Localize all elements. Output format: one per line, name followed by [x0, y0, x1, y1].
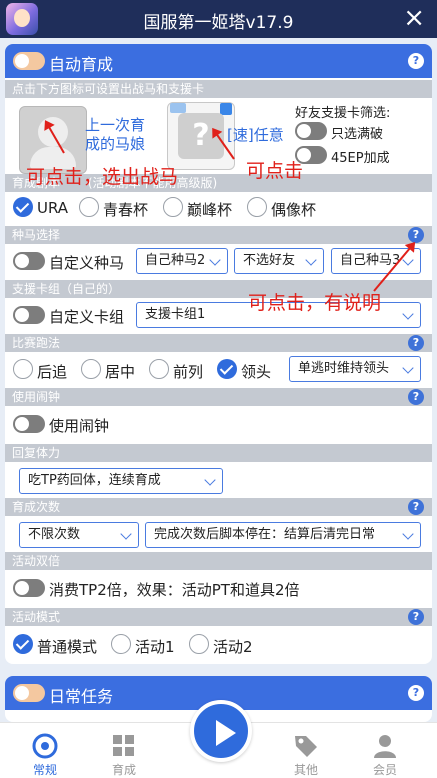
custom-stallion-label: 自定义种马 [49, 254, 125, 272]
count-select[interactable]: 不限次数 [19, 522, 139, 548]
hint-bar: 点击下方图标可设置出战马和支援卡 [5, 80, 432, 98]
tab-regular-label: 常规 [32, 763, 57, 777]
play-button[interactable] [190, 700, 252, 762]
custom-deck-toggle[interactable] [13, 306, 45, 324]
radio-event-2-label: 活动2 [213, 638, 253, 656]
stallion-select-1[interactable]: 自己种马2 [136, 248, 228, 274]
mode-title: 活动模式 [12, 610, 61, 624]
support-group-title: 支援卡组（自己的） [12, 282, 121, 296]
support-card-picker[interactable]: ? [167, 102, 235, 170]
count-title: 育成次数 [12, 500, 61, 514]
radio-youth-cup-label: 青春杯 [103, 201, 149, 219]
help-icon[interactable]: ? [408, 335, 424, 351]
last-horse-label: 上一次育成的马娘 [85, 116, 146, 153]
tab-other-label: 其他 [293, 763, 318, 777]
stallion-select-2[interactable]: 不选好友 [234, 248, 324, 274]
daily-toggle[interactable] [13, 684, 45, 702]
radio-idol-cup[interactable] [247, 197, 267, 217]
count-section: 育成次数 ? [5, 498, 432, 516]
grid-icon [113, 735, 134, 756]
only-max-break-toggle[interactable] [295, 122, 327, 140]
radio-peak-cup[interactable] [163, 197, 183, 217]
alarm-title: 使用闹钟 [12, 390, 61, 404]
running-style-section: 比赛跑法 ? [5, 334, 432, 352]
friend-filter-title: 好友支援卡筛选: [295, 106, 391, 121]
annotation-choose-horse: 可点击，选出战马 [26, 166, 179, 188]
help-icon[interactable]: ? [408, 609, 424, 625]
radio-ura-label: URA [37, 199, 69, 217]
after-count-select[interactable]: 完成次数后脚本停在：结算后清完日常 [145, 522, 421, 548]
alarm-label: 使用闹钟 [49, 417, 110, 435]
running-style-title: 比赛跑法 [12, 336, 61, 350]
double-label: 消费TP2倍，效果：活动PT和道具2倍 [49, 581, 300, 599]
help-icon[interactable]: ? [408, 685, 424, 701]
ep-bonus-label: 45EP加成 [331, 151, 390, 166]
tab-raise-label: 育成 [111, 763, 136, 777]
custom-deck-label: 自定义卡组 [49, 308, 125, 326]
only-max-break-label: 只选满破 [331, 127, 384, 142]
alarm-toggle[interactable] [13, 415, 45, 433]
radio-front-label: 前列 [173, 363, 204, 381]
mode-section: 活动模式 ? [5, 608, 432, 626]
double-toggle[interactable] [13, 579, 45, 597]
stallion-title: 种马选择 [12, 228, 61, 242]
running-style-select[interactable]: 单逃时维持领头 [289, 356, 421, 382]
tab-regular[interactable]: 常规 [5, 723, 85, 778]
alarm-section: 使用闹钟 ? [5, 388, 432, 406]
chrome-icon [32, 733, 58, 759]
stamina-section: 回复体力 [5, 444, 432, 462]
auto-raise-header: 自动育成 ? [5, 44, 432, 78]
double-title: 活动双倍 [12, 554, 61, 568]
card-type-icon [220, 103, 232, 115]
radio-lead-label: 领头 [241, 363, 272, 381]
annotation-tap-explain: 可点击，有说明 [248, 292, 382, 314]
tab-raise[interactable]: 育成 [84, 723, 164, 778]
hint-text: 点击下方图标可设置出战马和支援卡 [12, 82, 205, 96]
auto-raise-toggle[interactable] [13, 52, 45, 70]
help-icon[interactable]: ? [408, 499, 424, 515]
title-bar: 国服第一姬塔v17.9 × [0, 0, 437, 38]
radio-normal-mode-label: 普通模式 [37, 638, 98, 656]
radio-late[interactable] [13, 359, 33, 379]
radio-event-2[interactable] [189, 634, 209, 654]
stamina-title: 回复体力 [12, 446, 61, 460]
radio-idol-cup-label: 偶像杯 [271, 201, 317, 219]
radio-normal-mode[interactable] [13, 634, 33, 654]
double-section: 活动双倍 [5, 552, 432, 570]
tab-other[interactable]: 其他 [266, 723, 346, 778]
radio-youth-cup[interactable] [79, 197, 99, 217]
support-card-label: [速]任意 [227, 126, 284, 144]
radio-peak-cup-label: 巅峰杯 [187, 201, 233, 219]
annotation-tap: 可点击 [246, 160, 304, 182]
radio-mid-label: 居中 [105, 363, 136, 381]
radio-event-1-label: 活动1 [135, 638, 175, 656]
tab-member-label: 会员 [372, 763, 397, 777]
help-icon[interactable]: ? [408, 53, 424, 69]
close-icon[interactable]: × [403, 4, 425, 32]
help-icon[interactable]: ? [408, 389, 424, 405]
auto-raise-title: 自动育成 [49, 55, 114, 74]
tab-member[interactable]: 会员 [345, 723, 425, 778]
radio-lead[interactable] [217, 359, 237, 379]
radio-ura[interactable] [13, 197, 33, 217]
tag-icon [295, 736, 317, 757]
custom-stallion-toggle[interactable] [13, 252, 45, 270]
daily-title: 日常任务 [49, 687, 114, 706]
radio-mid[interactable] [81, 359, 101, 379]
radio-late-label: 后追 [37, 363, 68, 381]
stamina-select[interactable]: 吃TP药回体，连续育成 [19, 468, 223, 494]
radio-front[interactable] [149, 359, 169, 379]
speed-tag-icon [170, 103, 186, 113]
window-title: 国服第一姬塔v17.9 [143, 13, 294, 33]
stallion-section: 种马选择 ? [5, 226, 432, 244]
user-icon [374, 735, 396, 758]
radio-event-1[interactable] [111, 634, 131, 654]
